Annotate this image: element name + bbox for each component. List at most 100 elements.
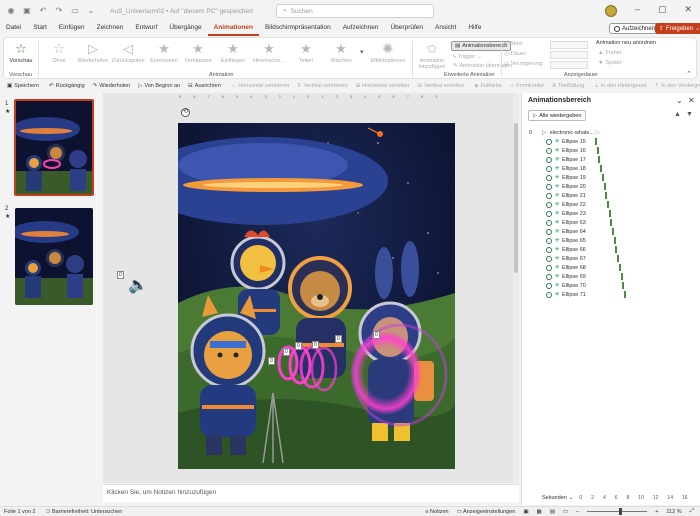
move-up-icon[interactable]: ▲ <box>674 111 681 118</box>
trigger-button[interactable]: ϟ Trigger ⌄ <box>453 54 482 60</box>
animation-item[interactable]: ✳ Ellipse 71 <box>522 290 700 299</box>
tab-3[interactable]: Zeichnen <box>91 22 130 36</box>
slideshow-icon[interactable]: ▭ <box>563 509 568 515</box>
maximize-icon[interactable]: ▢ <box>658 4 667 15</box>
close-icon[interactable]: ✕ <box>684 4 692 15</box>
redo-icon[interactable]: ↷ <box>54 6 64 16</box>
animation-item[interactable]: ✳ Ellipse 66 <box>522 245 700 254</box>
animation-item[interactable]: ✳ Ellipse 16 <box>522 146 700 155</box>
qat-item-11[interactable]: A Textfüllung <box>549 83 587 89</box>
minimize-icon[interactable]: – <box>635 4 640 15</box>
timing-bar[interactable] <box>608 210 611 217</box>
zoom-out-icon[interactable]: – <box>576 509 579 515</box>
timing-bar[interactable] <box>618 264 621 271</box>
animation-item[interactable]: ✳ Ellipse 65 <box>522 236 700 245</box>
animation-order-tag[interactable]: 0 <box>283 348 290 356</box>
effect-button-7[interactable]: ★ Teilen <box>289 41 323 64</box>
tab-10[interactable]: Ansicht <box>429 22 462 36</box>
search-input[interactable]: Suchen <box>291 8 313 15</box>
tab-5[interactable]: Übergänge <box>163 22 207 36</box>
delay-input[interactable] <box>550 61 588 69</box>
undo-icon[interactable]: ↶ <box>38 6 48 16</box>
effect-button-5[interactable]: ★ Einfliegen <box>216 41 250 64</box>
animation-item[interactable]: ✳ Ellipse 70 <box>522 281 700 290</box>
effect-options-button[interactable]: ✺ Effektoptionen <box>370 41 406 64</box>
editor-scrollbar[interactable] <box>513 93 519 483</box>
notes-input[interactable]: Klicken Sie, um Notizen hinzuzufügen <box>103 484 519 502</box>
animation-item[interactable]: ✳ Ellipse 21 <box>522 191 700 200</box>
duration-input[interactable] <box>550 51 588 59</box>
customize-qat-icon[interactable]: ⌄ <box>86 6 96 16</box>
timing-bar[interactable] <box>615 246 618 253</box>
timing-bar[interactable] <box>623 291 626 298</box>
animation-pane-button[interactable]: ▤ Animationsbereich <box>451 41 512 51</box>
move-later-button[interactable]: ▼ Später <box>598 60 622 66</box>
timing-bar[interactable] <box>598 156 601 163</box>
tab-11[interactable]: Hilfe <box>462 22 487 36</box>
zoom-level[interactable]: 112 % <box>666 509 681 515</box>
timing-bar[interactable] <box>612 228 614 235</box>
timing-bar[interactable] <box>603 183 606 190</box>
audio-speaker-icon[interactable]: 🔈 <box>128 275 148 295</box>
animation-indicator-icon[interactable]: ⟲ <box>181 108 190 117</box>
timing-bar[interactable] <box>613 237 616 244</box>
tab-4[interactable]: Entwurf <box>129 22 163 36</box>
pane-scrollbar[interactable] <box>694 128 699 488</box>
animation-item[interactable]: 0 ▷ electronic-whale... ▷ <box>522 128 700 137</box>
gallery-more-icon[interactable]: ▾ <box>360 48 364 56</box>
chevron-down-icon[interactable]: ⌄ <box>676 96 683 105</box>
animation-item[interactable]: ✳ Ellipse 67 <box>522 254 700 263</box>
qat-item-13[interactable]: ⇡In den Vordergrund <box>651 83 700 89</box>
display-settings-button[interactable]: ▭ Anzeigeeinstellungen <box>457 509 516 515</box>
qat-item-8[interactable]: ⊟ Vertikal verteilen <box>414 83 467 89</box>
share-button[interactable]: ⇪ Freigeben ⌄ <box>655 23 700 34</box>
animation-order-tag[interactable]: 0 <box>295 342 302 350</box>
effect-button-2[interactable]: ◁ Zurückspulen <box>111 41 145 64</box>
zoom-slider[interactable] <box>587 508 648 515</box>
qat-item-0[interactable]: ▣ Speichern <box>4 83 42 89</box>
qat-item-12[interactable]: ⇣ In den Hintergrund <box>591 83 649 89</box>
close-pane-icon[interactable]: ✕ <box>688 96 695 105</box>
start-dropdown[interactable] <box>550 41 588 49</box>
effect-button-0[interactable]: ☆ Ohne <box>42 41 76 64</box>
slide-thumbnail-2[interactable] <box>15 208 93 305</box>
animation-item[interactable]: ✳ Ellipse 17 <box>522 155 700 164</box>
qat-item-3[interactable]: ▷ Von Beginn an <box>135 83 183 89</box>
animation-order-tag[interactable]: 0 <box>335 335 342 343</box>
timing-bar[interactable] <box>600 165 603 172</box>
effect-button-4[interactable]: ★ Verblassen <box>181 41 215 64</box>
timing-bar[interactable] <box>596 147 599 154</box>
tab-1[interactable]: Start <box>27 22 53 36</box>
slide-sorter-icon[interactable]: ▦ <box>537 509 542 515</box>
tab-2[interactable]: Einfügen <box>53 22 91 36</box>
animation-order-tag[interactable]: 0 <box>312 341 319 349</box>
animation-item[interactable]: ✳ Ellipse 63 <box>522 218 700 227</box>
qat-item-5[interactable]: ⇔ Horizontal zentrieren <box>228 83 292 89</box>
timing-bar[interactable] <box>620 273 623 280</box>
effect-button-6[interactable]: ★ Hineinsche... <box>252 41 286 64</box>
animation-item[interactable]: ✳ Ellipse 68 <box>522 263 700 272</box>
slideshow-start-icon[interactable]: ▭ <box>70 6 80 16</box>
slide-canvas[interactable]: 0 0 0 0 0 0 <box>178 123 455 469</box>
qat-item-4[interactable]: ⊟ Ausrichten <box>185 83 224 89</box>
qat-item-9[interactable]: ◈ Füllfarbe <box>471 83 505 89</box>
timing-bar[interactable] <box>622 282 625 289</box>
timing-bar[interactable] <box>595 138 597 145</box>
tab-7[interactable]: Bildschirmpräsentation <box>259 22 337 36</box>
move-down-icon[interactable]: ▼ <box>686 111 693 118</box>
play-all-button[interactable]: ▷ Alle wiedergeben <box>528 110 587 121</box>
qat-item-1[interactable]: ↶ Rückgängig <box>46 83 88 89</box>
effect-button-1[interactable]: ▷ Wiederholen <box>76 41 110 64</box>
move-earlier-button[interactable]: ▲ Früher <box>598 50 622 56</box>
timing-bar[interactable] <box>606 201 609 208</box>
qat-item-6[interactable]: ⇕ Vertikal zentrieren <box>294 83 351 89</box>
qat-item-2[interactable]: ↷ Wiederholen <box>90 83 134 89</box>
avatar[interactable] <box>605 5 617 17</box>
add-animation-button[interactable]: ✩ Animation hinzufügen <box>414 41 450 70</box>
autosave-toggle-icon[interactable]: ◉ <box>6 6 16 16</box>
tab-0[interactable]: Datei <box>0 22 27 36</box>
tab-9[interactable]: Überprüfen <box>384 22 429 36</box>
zoom-in-icon[interactable]: + <box>655 509 658 515</box>
qat-item-10[interactable]: ▱ Formkontur <box>507 83 547 89</box>
collapse-ribbon-icon[interactable]: ⌃ <box>686 70 692 78</box>
